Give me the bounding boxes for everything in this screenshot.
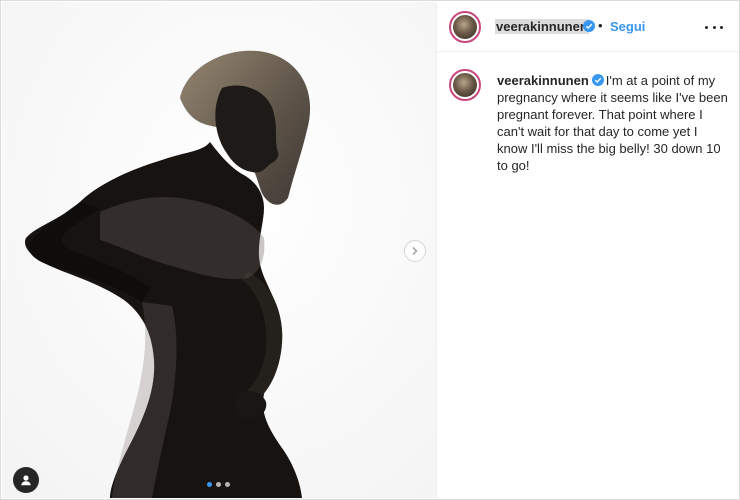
more-options-icon [705, 25, 708, 29]
post-photo [2, 2, 436, 498]
chevron-right-icon [412, 247, 418, 255]
header-separator: • [598, 18, 603, 33]
more-options-icon [720, 25, 723, 29]
avatar-image [453, 73, 477, 97]
more-options-button[interactable] [705, 20, 723, 34]
post-caption: veerakinnunen I'm at a point of my pregn… [497, 72, 729, 174]
more-options-icon [712, 25, 716, 29]
verified-badge-icon [583, 20, 595, 32]
header-username-link[interactable]: veerakinnunen [495, 19, 589, 34]
follow-button[interactable]: Segui [610, 19, 645, 34]
post-header: veerakinnunen • Segui [437, 2, 739, 52]
caption-username-link[interactable]: veerakinnunen [497, 73, 589, 88]
carousel-next-button[interactable] [404, 240, 426, 262]
tagged-users-button[interactable] [13, 467, 39, 493]
avatar-image [453, 15, 477, 39]
post-media[interactable] [2, 2, 436, 498]
carousel-dot-3 [225, 482, 230, 487]
caption-text: I'm at a point of my pregnancy where it … [497, 73, 728, 173]
post-side-panel: veerakinnunen • Segui veerakinnunen I'm … [436, 2, 739, 498]
caption-avatar[interactable] [449, 69, 481, 101]
carousel-indicator [207, 482, 230, 487]
verified-badge-icon [591, 74, 604, 86]
carousel-dot-1 [207, 482, 212, 487]
carousel-dot-2 [216, 482, 221, 487]
user-tag-icon [21, 475, 31, 486]
instagram-post-dialog: veerakinnunen • Segui veerakinnunen I'm … [0, 0, 740, 500]
header-avatar[interactable] [449, 11, 481, 43]
